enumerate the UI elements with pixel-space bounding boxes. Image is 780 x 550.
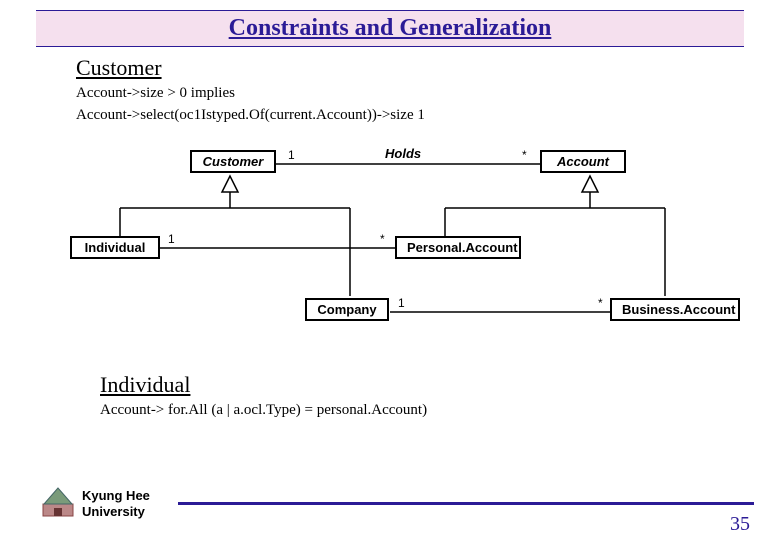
slide-title: Constraints and Generalization — [36, 15, 744, 42]
multiplicity: 1 — [398, 296, 405, 310]
slide-title-bar: Constraints and Generalization — [36, 10, 744, 47]
constraint-block-customer: Customer Account->size > 0 implies Accou… — [76, 55, 704, 126]
uml-class-business-account: Business.Account — [610, 298, 740, 321]
assoc-label-holds: Holds — [385, 146, 421, 161]
uml-class-personal-account: Personal.Account — [395, 236, 521, 259]
university-name: Kyung Hee University — [82, 488, 150, 519]
multiplicity: * — [380, 232, 385, 246]
university-logo-icon — [40, 486, 76, 520]
multiplicity: 1 — [168, 232, 175, 246]
constraint-code-line: Account->select(oc1Istyped.Of(current.Ac… — [76, 105, 704, 125]
constraint-code-line: Account-> for.All (a | a.ocl.Type) = per… — [100, 400, 704, 420]
page-number: 35 — [730, 513, 750, 536]
multiplicity: * — [598, 296, 603, 310]
multiplicity: 1 — [288, 148, 295, 162]
uml-class-account: Account — [540, 150, 626, 173]
uml-class-customer: Customer — [190, 150, 276, 173]
slide-footer: Kyung Hee University 35 — [0, 486, 780, 536]
constraint-heading-customer: Customer — [76, 55, 704, 81]
constraint-block-individual: Individual Account-> for.All (a | a.ocl.… — [100, 372, 704, 420]
uml-class-individual: Individual — [70, 236, 160, 259]
uml-class-company: Company — [305, 298, 389, 321]
footer-divider — [178, 502, 754, 505]
constraint-code-line: Account->size > 0 implies — [76, 83, 704, 103]
uml-diagram: Customer Account Individual Personal.Acc… — [50, 136, 740, 366]
multiplicity: * — [522, 148, 527, 162]
constraint-heading-individual: Individual — [100, 372, 704, 398]
